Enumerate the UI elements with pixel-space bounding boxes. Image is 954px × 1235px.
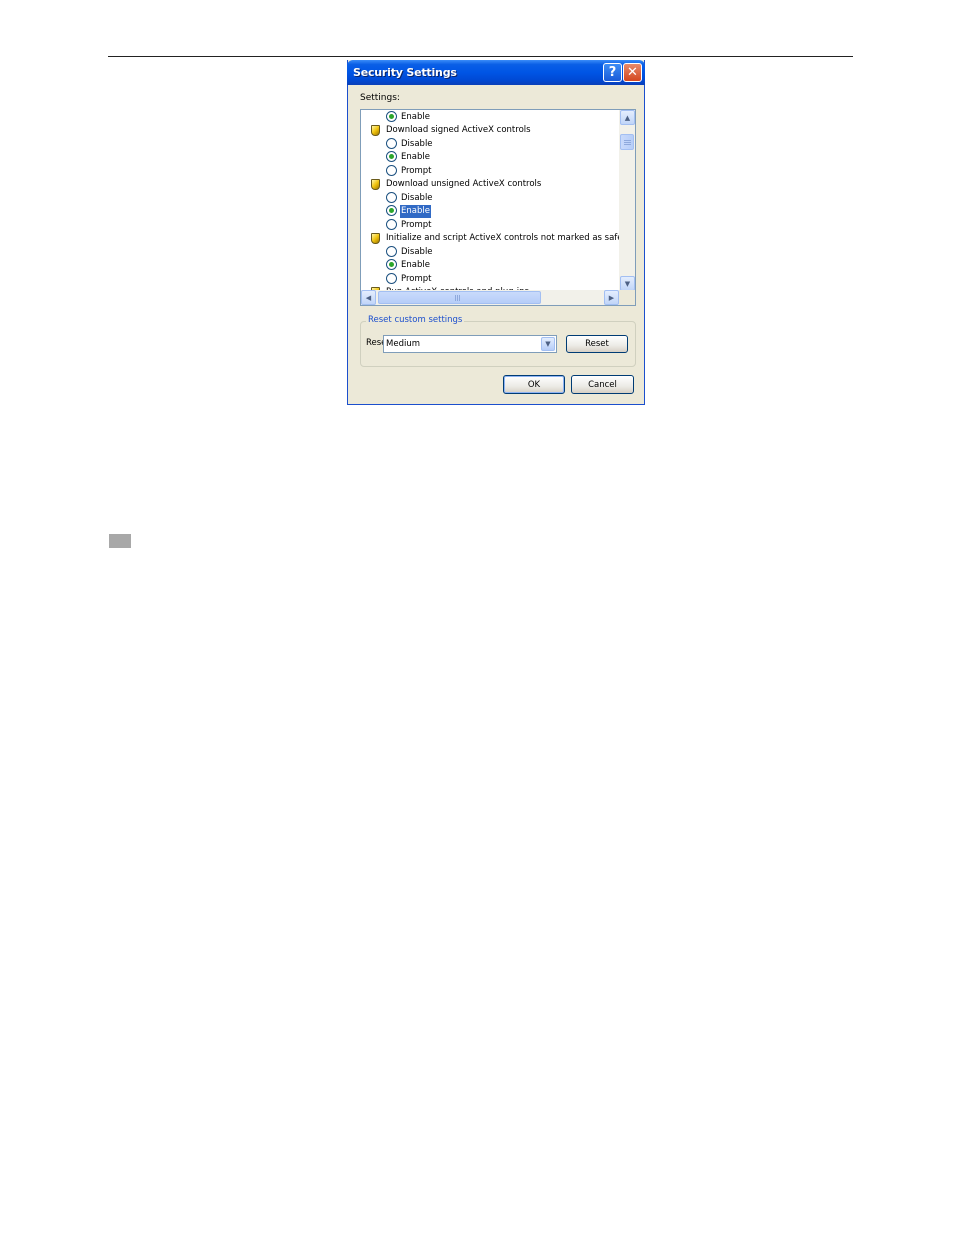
setting-category-label: Download unsigned ActiveX controls (386, 179, 542, 189)
setting-option-label: Prompt (401, 219, 432, 230)
scroll-left-button[interactable]: ◀ (361, 290, 376, 305)
scroll-right-icon: ▶ (608, 293, 615, 302)
close-icon: ✕ (627, 65, 638, 80)
setting-category-label: Initialize and script ActiveX controls n… (386, 233, 619, 243)
security-shield-icon (371, 233, 380, 244)
horizontal-scrollbar[interactable]: ◀ ▶ (361, 290, 619, 305)
setting-option-label: Enable (401, 152, 430, 162)
scroll-right-button[interactable]: ▶ (604, 290, 619, 305)
dropdown-arrow-button[interactable]: ▼ (541, 337, 555, 351)
ok-button[interactable]: OK (503, 375, 565, 394)
reset-level-select[interactable]: Medium ▼ (383, 335, 557, 353)
reset-button-label: Reset (585, 339, 609, 349)
chevron-down-icon: ▼ (545, 340, 551, 348)
setting-option-label: Enable (401, 111, 430, 122)
dialog-titlebar[interactable]: Security Settings ? ✕ (347, 60, 645, 85)
radio-unchecked-icon[interactable] (386, 137, 397, 149)
ok-button-label: OK (527, 379, 541, 390)
scroll-up-icon: ▲ (624, 113, 631, 122)
setting-option-label: Enable (400, 205, 431, 218)
security-shield-icon (371, 125, 380, 136)
horizontal-scroll-thumb[interactable] (378, 291, 541, 304)
radio-checked-icon[interactable] (386, 110, 397, 122)
close-button[interactable]: ✕ (623, 63, 642, 82)
scrollbar-corner (619, 290, 635, 305)
setting-option-label: Prompt (401, 273, 432, 284)
setting-option-label: Disable (401, 192, 433, 203)
cancel-button[interactable]: Cancel (571, 375, 634, 394)
help-button[interactable]: ? (603, 63, 622, 82)
radio-unchecked-icon[interactable] (386, 218, 397, 230)
scroll-down-button[interactable]: ▼ (620, 276, 635, 291)
vertical-scrollbar[interactable]: ▲ ▼ (619, 110, 635, 291)
radio-unchecked-icon[interactable] (386, 191, 397, 203)
radio-checked-icon[interactable] (386, 205, 397, 216)
setting-option-label: Enable (401, 260, 430, 270)
settings-label: Settings: (360, 93, 400, 103)
radio-checked-icon[interactable] (386, 151, 397, 162)
radio-unchecked-icon[interactable] (386, 164, 397, 176)
cancel-button-label: Cancel (588, 379, 617, 390)
security-settings-dialog: Security Settings ? ✕ Settings: Enable Do… (347, 60, 645, 405)
radio-unchecked-icon[interactable] (386, 245, 397, 257)
vertical-scroll-thumb[interactable] (620, 134, 634, 150)
security-shield-icon (371, 179, 380, 190)
scroll-up-button[interactable]: ▲ (620, 110, 635, 125)
reset-button[interactable]: Reset (566, 335, 628, 353)
radio-unchecked-icon[interactable] (386, 272, 397, 284)
scroll-down-icon: ▼ (624, 279, 631, 288)
gray-section-marker (109, 534, 131, 548)
page-header-rule (108, 56, 853, 57)
dialog-client-area: Settings: Enable Download signed ActiveX … (348, 85, 644, 404)
reset-custom-settings-group: Reset custom settings Reset to: Medium ▼… (360, 315, 636, 367)
radio-checked-icon[interactable] (386, 259, 397, 270)
setting-option-label: Disable (401, 138, 433, 149)
reset-group-legend: Reset custom settings (366, 315, 465, 325)
setting-category-label: Download signed ActiveX controls (386, 125, 531, 135)
setting-option-label: Prompt (401, 165, 432, 176)
setting-option-label: Disable (401, 246, 433, 257)
reset-level-value: Medium (386, 339, 420, 349)
settings-listbox[interactable]: Enable Download signed ActiveX controls Di… (360, 109, 636, 306)
scroll-left-icon: ◀ (365, 293, 372, 302)
settings-list: Enable Download signed ActiveX controls Di… (361, 110, 619, 291)
dialog-title: Security Settings (353, 66, 457, 79)
help-icon: ? (608, 65, 617, 80)
